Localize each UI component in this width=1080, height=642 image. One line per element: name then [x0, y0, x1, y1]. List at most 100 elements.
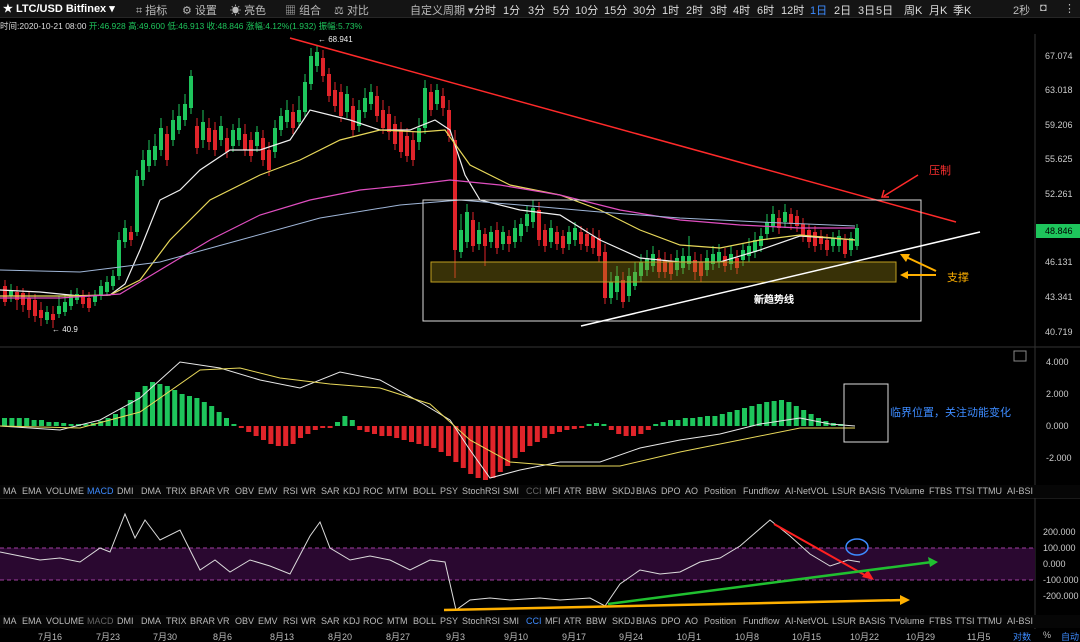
indicator-2-26[interactable]: BIAS	[636, 616, 657, 626]
indicator-2-22[interactable]: MFI	[545, 616, 561, 626]
indicator-2-19[interactable]: StochRSI	[462, 616, 500, 626]
candle-55	[333, 90, 337, 106]
indicator-2-25[interactable]: SKDJ	[612, 616, 635, 626]
indicator-2-13[interactable]: SAR	[321, 616, 340, 626]
indicator-2-33[interactable]: BASIS	[859, 616, 886, 626]
indicator-2-36[interactable]: TTSI	[955, 616, 975, 626]
indicator-1-9[interactable]: OBV	[235, 486, 254, 496]
indicator-2-1[interactable]: EMA	[22, 616, 42, 626]
chart-canvas[interactable]: 67.07463.01859.20655.62552.26149.09946.1…	[0, 0, 1080, 642]
indicator-2-38[interactable]: AI-BSI	[1007, 616, 1033, 626]
indicator-2-11[interactable]: RSI	[283, 616, 298, 626]
indicator-2-5[interactable]: DMA	[141, 616, 161, 626]
indicator-2-7[interactable]: BRAR	[190, 616, 215, 626]
indicator-2-35[interactable]: FTBS	[929, 616, 952, 626]
candle-91	[549, 228, 553, 242]
indicator-2-6[interactable]: TRIX	[166, 616, 187, 626]
indicator-1-7[interactable]: BRAR	[190, 486, 215, 496]
indicator-1-12[interactable]: WR	[301, 486, 316, 496]
indicator-1-8[interactable]: VR	[217, 486, 230, 496]
indicator-1-2[interactable]: VOLUME	[46, 486, 84, 496]
indicator-2-3[interactable]: MACD	[87, 616, 114, 626]
indicator-1-16[interactable]: MTM	[387, 486, 408, 496]
indicator-1-33[interactable]: BASIS	[859, 486, 886, 496]
indicator-2-2[interactable]: VOLUME	[46, 616, 84, 626]
indicator-2-4[interactable]: DMI	[117, 616, 134, 626]
indicator-1-34[interactable]: TVolume	[889, 486, 925, 496]
log-scale-toggle[interactable]: 对数	[1013, 630, 1031, 642]
candle-138	[831, 238, 835, 246]
indicator-2-24[interactable]: BBW	[586, 616, 607, 626]
indicator-2-18[interactable]: PSY	[440, 616, 458, 626]
auto-scale-toggle[interactable]: 自动	[1061, 630, 1079, 642]
candle-26	[159, 128, 163, 150]
candle-86	[519, 224, 523, 236]
macd-bar-100	[742, 408, 747, 426]
indicator-1-35[interactable]: FTBS	[929, 486, 952, 496]
macd-bar-38	[283, 426, 289, 446]
indicator-1-22[interactable]: MFI	[545, 486, 561, 496]
indicator-2-23[interactable]: ATR	[564, 616, 581, 626]
indicator-1-24[interactable]: BBW	[586, 486, 607, 496]
candle-40	[243, 134, 247, 150]
chart-window: { "toolbar": { "symbol": "LTC/USD Bitfin…	[0, 0, 1080, 642]
indicator-2-29[interactable]: Position	[704, 616, 736, 626]
indicator-1-20[interactable]: SMI	[503, 486, 519, 496]
indicator-2-30[interactable]: Fundflow	[743, 616, 780, 626]
indicator-1-27[interactable]: DPO	[661, 486, 681, 496]
candle-14	[87, 298, 91, 308]
indicator-2-34[interactable]: TVolume	[889, 616, 925, 626]
indicator-1-5[interactable]: DMA	[141, 486, 161, 496]
indicator-1-23[interactable]: ATR	[564, 486, 581, 496]
indicator-1-38[interactable]: AI-BSI	[1007, 486, 1033, 496]
indicator-1-36[interactable]: TTSI	[955, 486, 975, 496]
indicator-1-14[interactable]: KDJ	[343, 486, 360, 496]
indicator-2-32[interactable]: LSUR	[832, 616, 856, 626]
indicator-1-26[interactable]: BIAS	[636, 486, 657, 496]
indicator-2-16[interactable]: MTM	[387, 616, 408, 626]
indicator-1-4[interactable]: DMI	[117, 486, 134, 496]
indicator-2-0[interactable]: MA	[3, 616, 17, 626]
indicator-2-21[interactable]: CCI	[526, 616, 542, 626]
indicator-2-27[interactable]: DPO	[661, 616, 681, 626]
macd-bar-94	[697, 417, 703, 426]
indicator-2-12[interactable]: WR	[301, 616, 316, 626]
indicator-2-8[interactable]: VR	[217, 616, 230, 626]
indicator-1-25[interactable]: SKDJ	[612, 486, 635, 496]
indicator-1-30[interactable]: Fundflow	[743, 486, 780, 496]
indicator-1-13[interactable]: SAR	[321, 486, 340, 496]
indicator-2-31[interactable]: AI-NetVOL	[785, 616, 829, 626]
indicator-2-37[interactable]: TTMU	[977, 616, 1002, 626]
indicator-2-28[interactable]: AO	[685, 616, 698, 626]
indicator-1-31[interactable]: AI-NetVOL	[785, 486, 829, 496]
macd-bar-91	[675, 420, 681, 426]
indicator-1-11[interactable]: RSI	[283, 486, 298, 496]
indicator-2-14[interactable]: KDJ	[343, 616, 360, 626]
indicator-1-37[interactable]: TTMU	[977, 486, 1002, 496]
percent-toggle[interactable]: %	[1043, 630, 1051, 640]
indicator-1-3[interactable]: MACD	[87, 486, 114, 496]
candle-76	[459, 230, 463, 252]
candle-46	[279, 116, 283, 130]
indicator-2-10[interactable]: EMV	[258, 616, 278, 626]
indicator-1-1[interactable]: EMA	[22, 486, 42, 496]
candle-10	[63, 302, 67, 312]
indicator-2-9[interactable]: OBV	[235, 616, 254, 626]
indicator-1-19[interactable]: StochRSI	[462, 486, 500, 496]
indicator-1-32[interactable]: LSUR	[832, 486, 856, 496]
candle-38	[231, 130, 235, 146]
indicator-1-17[interactable]: BOLL	[413, 486, 436, 496]
indicator-2-17[interactable]: BOLL	[413, 616, 436, 626]
candle-101	[609, 282, 613, 298]
candle-30	[183, 104, 187, 120]
indicator-1-10[interactable]: EMV	[258, 486, 278, 496]
indicator-1-6[interactable]: TRIX	[166, 486, 187, 496]
indicator-1-0[interactable]: MA	[3, 486, 17, 496]
indicator-2-15[interactable]: ROC	[363, 616, 383, 626]
indicator-1-28[interactable]: AO	[685, 486, 698, 496]
indicator-2-20[interactable]: SMI	[503, 616, 519, 626]
indicator-1-21[interactable]: CCI	[526, 486, 542, 496]
indicator-1-29[interactable]: Position	[704, 486, 736, 496]
indicator-1-18[interactable]: PSY	[440, 486, 458, 496]
indicator-1-15[interactable]: ROC	[363, 486, 383, 496]
